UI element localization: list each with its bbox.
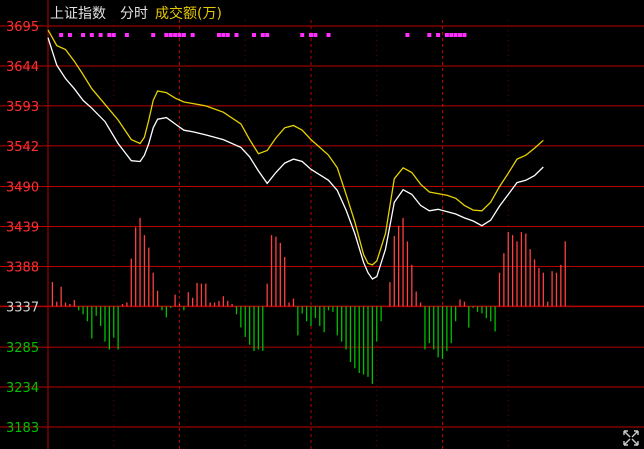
signal-dot bbox=[260, 33, 265, 37]
signal-dot bbox=[313, 33, 318, 37]
signal-dot bbox=[168, 33, 173, 37]
signal-dot bbox=[265, 33, 270, 37]
y-axis-labels: 3695 3644 3593 3542 3490 3439 3388 3337 3285 3234… bbox=[6, 20, 39, 436]
signal-dot bbox=[436, 33, 441, 37]
average-line bbox=[47, 29, 544, 266]
y-tick-label: 3388 bbox=[6, 260, 39, 275]
signal-dot bbox=[151, 33, 156, 37]
signal-dot bbox=[177, 33, 182, 37]
expand-arrows-icon[interactable] bbox=[622, 429, 640, 447]
grid bbox=[0, 0, 644, 449]
y-tick-label: 3542 bbox=[6, 140, 39, 155]
y-tick-label: 3337 bbox=[6, 300, 39, 315]
signal-dot bbox=[234, 33, 239, 37]
y-tick-label: 3695 bbox=[6, 20, 39, 35]
signal-dot bbox=[462, 33, 467, 37]
signal-dot bbox=[190, 33, 195, 37]
price-lines bbox=[47, 29, 544, 280]
y-tick-label: 3285 bbox=[6, 341, 39, 356]
y-tick-label: 3183 bbox=[6, 421, 39, 436]
index-name: 上证指数 bbox=[50, 6, 106, 22]
signal-dot bbox=[444, 33, 449, 37]
signal-dot bbox=[449, 33, 454, 37]
signal-dot bbox=[164, 33, 169, 37]
signal-dot bbox=[107, 33, 112, 37]
signal-dot bbox=[225, 33, 230, 37]
signal-dot bbox=[309, 33, 313, 37]
signal-dot bbox=[300, 33, 305, 37]
signal-dots bbox=[59, 33, 467, 37]
signal-dot bbox=[427, 33, 432, 37]
y-tick-label: 3593 bbox=[6, 100, 39, 115]
signal-dot bbox=[252, 33, 257, 37]
signal-dot bbox=[405, 33, 410, 37]
signal-dot bbox=[111, 33, 116, 37]
indicator-label[interactable]: 成交额(万) bbox=[155, 3, 222, 23]
signal-dot bbox=[453, 33, 458, 37]
mode-label[interactable]: 分时 bbox=[120, 3, 148, 23]
signal-dot bbox=[181, 33, 186, 37]
signal-dot bbox=[173, 33, 178, 37]
y-tick-label: 3644 bbox=[6, 60, 39, 75]
signal-dot bbox=[124, 33, 129, 37]
signal-dot bbox=[89, 33, 94, 37]
signal-dot bbox=[216, 33, 221, 37]
volume-bars bbox=[51, 217, 566, 384]
signal-dot bbox=[67, 33, 72, 37]
y-tick-label: 3234 bbox=[6, 381, 39, 396]
signal-dot bbox=[59, 33, 64, 37]
signal-dot bbox=[458, 33, 463, 37]
y-tick-label: 3490 bbox=[6, 181, 39, 196]
chart-canvas: 3695 3644 3593 3542 3490 3439 3388 3337 3285 3234… bbox=[0, 0, 644, 449]
signal-dot bbox=[81, 33, 86, 37]
signal-dot bbox=[98, 33, 103, 37]
price-line bbox=[47, 37, 544, 280]
y-tick-label: 3439 bbox=[6, 221, 39, 236]
signal-dot bbox=[221, 33, 226, 37]
signal-dot bbox=[326, 33, 331, 37]
